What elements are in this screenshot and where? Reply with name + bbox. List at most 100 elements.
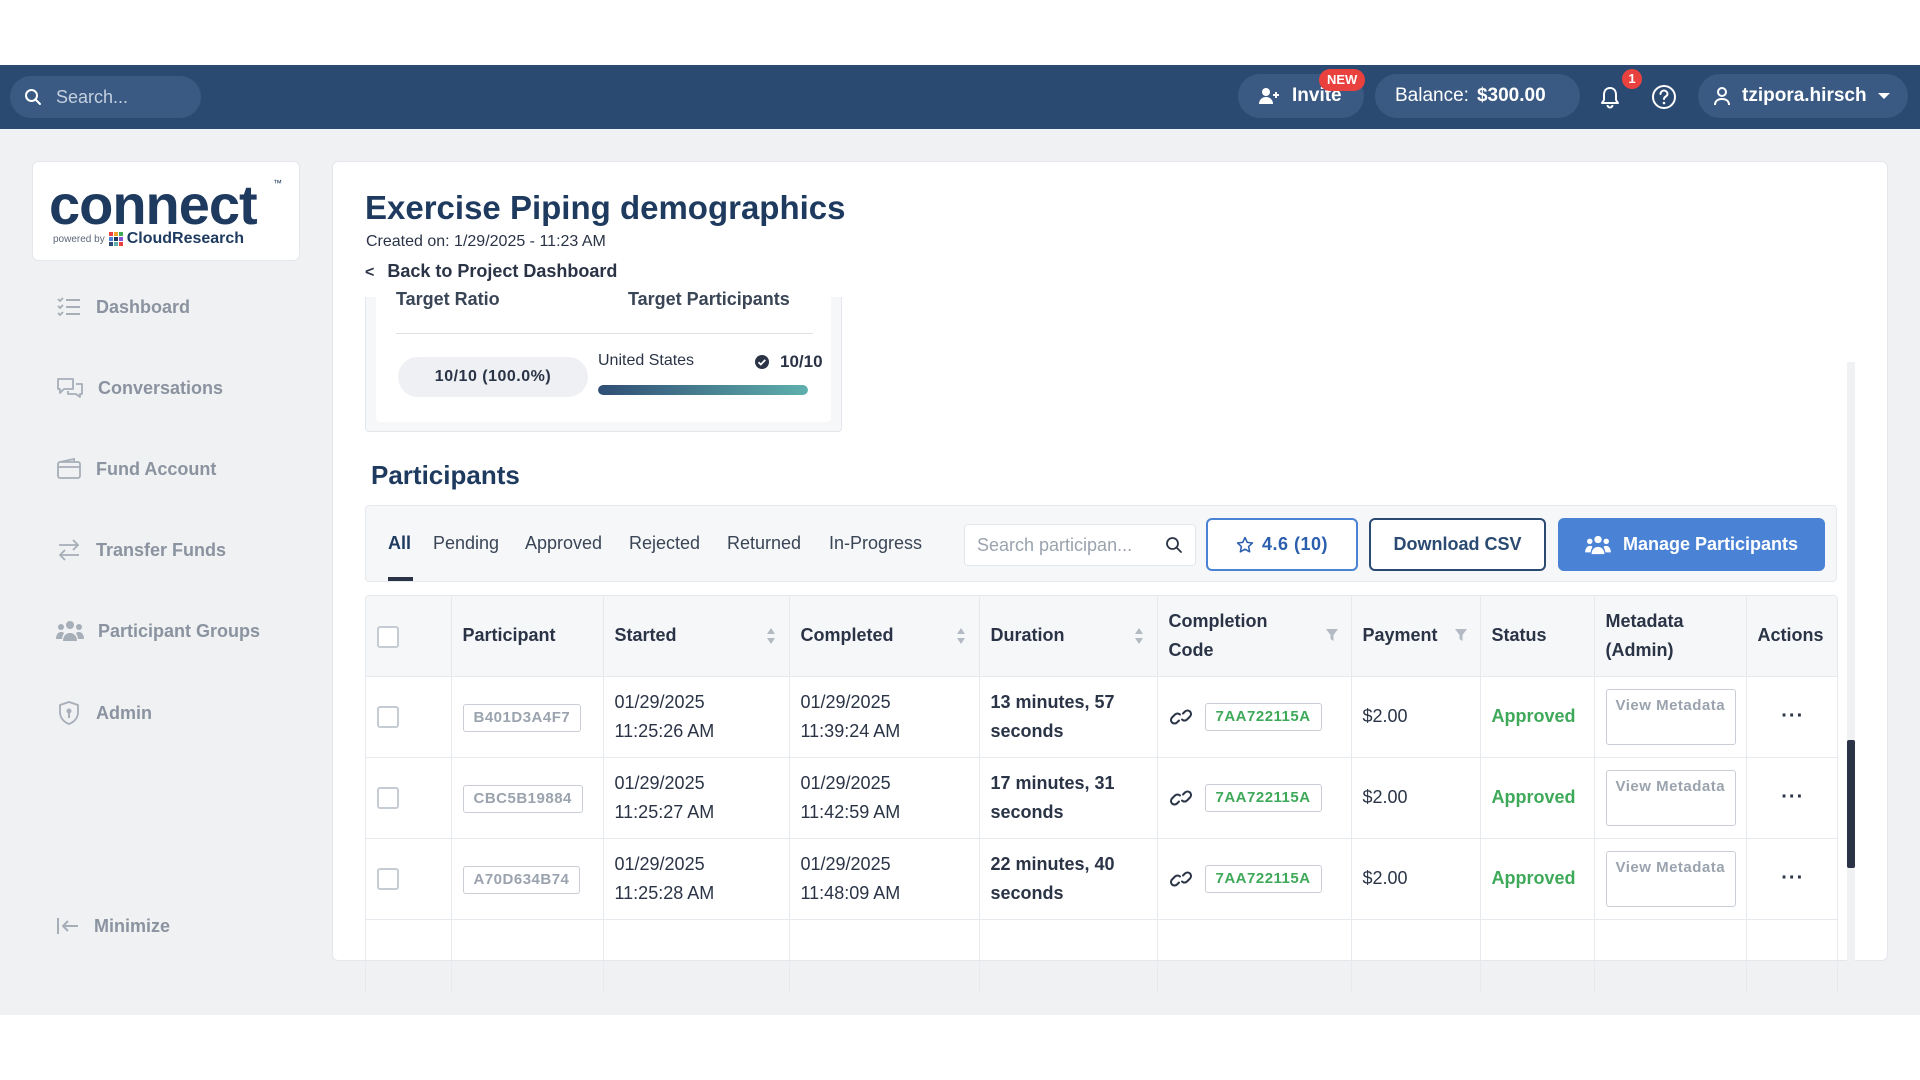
- table-header-row: Participant Started Completed Duration C…: [366, 596, 1837, 677]
- help-icon[interactable]: [1650, 83, 1678, 111]
- minimize-button[interactable]: Minimize: [56, 915, 170, 937]
- started-time: 11:25:27 AM: [614, 801, 715, 822]
- started-date: 01/29/2025: [614, 853, 705, 874]
- partial-cell: [789, 919, 980, 993]
- row-select-cell: [366, 757, 452, 839]
- row-actions-menu[interactable]: ···: [1746, 838, 1837, 920]
- tab-in-progress[interactable]: In-Progress: [829, 533, 922, 554]
- column-completed-label: Completed: [800, 625, 894, 646]
- manage-participants-button[interactable]: Manage Participants: [1558, 518, 1825, 571]
- username: tzipora.hirsch: [1742, 85, 1867, 106]
- download-csv-button[interactable]: Download CSV: [1369, 518, 1546, 571]
- sidebar-item-fund-account[interactable]: Fund Account: [56, 457, 216, 481]
- sidebar-item-label: Fund Account: [96, 458, 217, 479]
- sidebar-item-conversations[interactable]: Conversations: [56, 376, 223, 400]
- column-started[interactable]: Started: [603, 596, 790, 677]
- logo-brand: CloudResearch: [126, 230, 245, 247]
- row-actions-menu[interactable]: ···: [1746, 676, 1837, 758]
- active-tab-indicator: [388, 577, 413, 581]
- payment-cell: $2.00: [1351, 676, 1481, 758]
- row-checkbox[interactable]: [377, 787, 399, 810]
- transfer-icon: [59, 539, 79, 561]
- completed-time: 11:48:09 AM: [800, 882, 901, 903]
- column-metadata: Metadata (Admin): [1594, 596, 1747, 677]
- started-cell: 01/29/2025 11:25:26 AM: [603, 676, 790, 758]
- table-row: A70D634B74 01/29/2025 11:25:28 AM 01/29/2…: [366, 838, 1837, 920]
- select-all-cell: [366, 596, 452, 677]
- back-to-dashboard-link[interactable]: < Back to Project Dashboard: [365, 261, 617, 282]
- tab-pending[interactable]: Pending: [433, 533, 499, 554]
- completed-date: 01/29/2025: [800, 772, 891, 793]
- column-completion-code[interactable]: Completion Code: [1157, 596, 1352, 677]
- participant-search[interactable]: [964, 524, 1196, 566]
- sidebar-item-dashboard[interactable]: Dashboard: [56, 295, 190, 319]
- column-completed[interactable]: Completed: [789, 596, 980, 677]
- column-completion-code-label: Completion Code: [1168, 610, 1268, 660]
- tab-all[interactable]: All: [388, 533, 411, 554]
- back-link-label: Back to Project Dashboard: [387, 261, 618, 281]
- group-icon: [1585, 535, 1611, 554]
- sort-icon[interactable]: [765, 626, 777, 646]
- global-search[interactable]: [10, 76, 201, 118]
- sort-icon[interactable]: [1133, 626, 1145, 646]
- balance-value: $300.00: [1476, 85, 1546, 106]
- new-badge: NEW: [1319, 69, 1366, 91]
- row-checkbox[interactable]: [377, 868, 399, 891]
- column-payment[interactable]: Payment: [1351, 596, 1481, 677]
- participant-id[interactable]: CBC5B19884: [462, 784, 583, 813]
- rating-button[interactable]: 4.6 (10): [1206, 518, 1358, 571]
- view-metadata-button[interactable]: View Metadata: [1605, 688, 1736, 745]
- column-duration[interactable]: Duration: [979, 596, 1158, 677]
- sidebar-item-admin[interactable]: Admin: [56, 700, 152, 726]
- participant-id[interactable]: A70D634B74: [462, 865, 581, 894]
- target-progress-bar: [598, 385, 808, 395]
- view-metadata-button[interactable]: View Metadata: [1605, 850, 1736, 907]
- tab-approved[interactable]: Approved: [525, 533, 602, 554]
- search-icon: [25, 89, 41, 105]
- view-metadata-button[interactable]: View Metadata: [1605, 769, 1736, 826]
- manage-participants-label: Manage Participants: [1622, 534, 1799, 554]
- tab-rejected[interactable]: Rejected: [629, 533, 700, 554]
- target-progress-fill: [598, 385, 808, 395]
- shield-icon: [59, 701, 79, 725]
- tab-returned[interactable]: Returned: [727, 533, 801, 554]
- column-participant: Participant: [451, 596, 604, 677]
- notification-count-badge: 1: [1622, 69, 1642, 89]
- filter-icon[interactable]: [1325, 628, 1339, 642]
- partial-cell: [1480, 919, 1595, 993]
- completion-code: 7AA722115A: [1204, 783, 1322, 812]
- column-actions: Actions: [1746, 596, 1837, 677]
- payment-cell: $2.00: [1351, 838, 1481, 920]
- partial-cell: [1746, 919, 1837, 993]
- row-checkbox[interactable]: [377, 706, 399, 729]
- target-ratio-header: Target Ratio: [396, 289, 500, 309]
- filter-icon[interactable]: [1454, 628, 1468, 642]
- participant-search-input[interactable]: [977, 534, 1157, 556]
- logo-card[interactable]: connect ™ powered by CloudResearch: [32, 161, 300, 261]
- select-all-checkbox[interactable]: [377, 625, 399, 648]
- sort-icon[interactable]: [955, 626, 967, 646]
- started-time: 11:25:28 AM: [614, 882, 715, 903]
- sidebar-item-label: Participant Groups: [98, 620, 261, 641]
- row-actions-menu[interactable]: ···: [1746, 757, 1837, 839]
- collapse-left-icon: [57, 918, 78, 934]
- sidebar-item-label: Dashboard: [96, 296, 191, 317]
- participant-id[interactable]: B401D3A4F7: [462, 703, 582, 732]
- bell-icon[interactable]: [1598, 85, 1622, 109]
- sidebar-item-transfer-funds[interactable]: Transfer Funds: [56, 538, 226, 562]
- metadata-cell: View Metadata: [1594, 757, 1747, 839]
- logo-wordmark: connect: [49, 173, 258, 236]
- participants-section-title: Participants: [371, 460, 520, 490]
- duration-cell: 17 minutes, 31 seconds: [979, 757, 1158, 839]
- scrollbar-track[interactable]: [1847, 362, 1855, 994]
- sidebar-item-label: Admin: [96, 702, 152, 723]
- global-search-input[interactable]: [56, 86, 186, 108]
- user-menu[interactable]: tzipora.hirsch: [1698, 74, 1908, 118]
- completed-cell: 01/29/2025 11:39:24 AM: [789, 676, 980, 758]
- scrollbar-thumb[interactable]: [1847, 740, 1855, 868]
- chat-icon: [57, 378, 83, 398]
- sidebar-item-participant-groups[interactable]: Participant Groups: [56, 619, 260, 643]
- completion-code: 7AA722115A: [1204, 702, 1322, 731]
- status-badge: Approved: [1480, 757, 1595, 839]
- list-icon: [57, 297, 80, 317]
